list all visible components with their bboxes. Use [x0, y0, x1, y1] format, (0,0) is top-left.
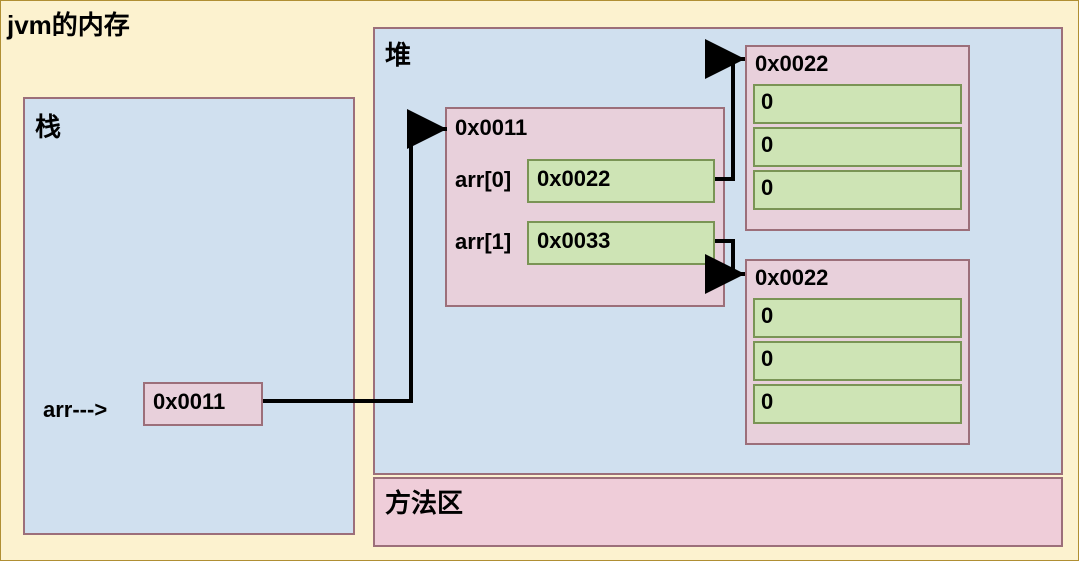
child-array-1: 0x0022 0 0 0 — [745, 259, 970, 445]
child-array-0-cell-0: 0 — [753, 84, 962, 124]
child-array-0-cell-2: 0 — [753, 170, 962, 210]
diagram-title: jvm的内存 — [7, 5, 130, 42]
arr-object-box: 0x0011 arr[0] 0x0022 arr[1] 0x0033 — [445, 107, 725, 307]
arr-slot-1-label: arr[1] — [455, 229, 511, 255]
arr-slot-0-value: 0x0022 — [527, 159, 715, 203]
child-array-0-address: 0x0022 — [747, 47, 968, 81]
child-array-1-address: 0x0022 — [747, 261, 968, 295]
heap-label: 堆 — [385, 35, 411, 72]
stack-variable-value: 0x0011 — [143, 382, 263, 426]
stack-variable-label: arr---> — [43, 397, 107, 423]
child-array-0-cell-1: 0 — [753, 127, 962, 167]
child-array-1-cell-1: 0 — [753, 341, 962, 381]
arr-slot-0-label: arr[0] — [455, 167, 511, 193]
jvm-memory-diagram: jvm的内存 栈 arr---> 0x0011 堆 0x0011 arr[0] … — [0, 0, 1079, 561]
arr-object-address: 0x0011 — [455, 115, 527, 141]
child-array-1-cell-2: 0 — [753, 384, 962, 424]
method-area-label: 方法区 — [375, 479, 1061, 524]
stack-region: 栈 arr---> 0x0011 — [23, 97, 355, 535]
child-array-0: 0x0022 0 0 0 — [745, 45, 970, 231]
stack-label: 栈 — [35, 107, 61, 144]
child-array-1-cell-0: 0 — [753, 298, 962, 338]
arr-slot-1-value: 0x0033 — [527, 221, 715, 265]
method-area-region: 方法区 — [373, 477, 1063, 547]
